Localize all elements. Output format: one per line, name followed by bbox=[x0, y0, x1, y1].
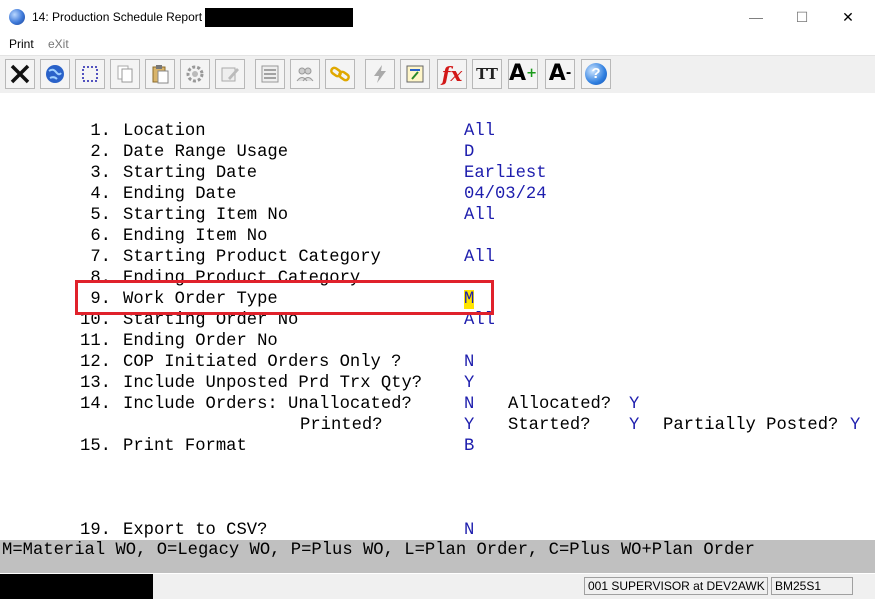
field-export-csv-value[interactable]: N bbox=[464, 520, 474, 541]
field-printed-label: Printed? bbox=[300, 416, 383, 435]
field-location-label: Location bbox=[123, 122, 206, 141]
status-program: BM25S1 bbox=[771, 577, 853, 595]
field-allocated-value[interactable]: Y bbox=[629, 394, 639, 415]
field-starting-date-label: Starting Date bbox=[123, 164, 258, 183]
field-15-number: 15. bbox=[80, 437, 111, 456]
field-starting-item-label: Starting Item No bbox=[123, 206, 289, 225]
work-order-type-hint: M=Material WO, O=Legacy WO, P=Plus WO, L… bbox=[2, 541, 755, 560]
field-date-range-usage-value[interactable]: D bbox=[464, 142, 474, 163]
help-icon: ? bbox=[585, 63, 607, 85]
field-include-unallocated-value[interactable]: N bbox=[464, 394, 474, 415]
field-location-value[interactable]: All bbox=[464, 121, 495, 142]
close-window-button[interactable]: ✕ bbox=[834, 6, 862, 28]
menu-print[interactable]: Print bbox=[9, 37, 34, 51]
field-12-number: 12. bbox=[80, 353, 111, 372]
work-order-type-highlight-box bbox=[75, 280, 494, 315]
maximize-button[interactable]: ☐ bbox=[788, 6, 816, 28]
lightning-icon bbox=[374, 65, 386, 83]
close-x-button[interactable] bbox=[5, 59, 35, 89]
field-unposted-qty-label: Include Unposted Prd Trx Qty? bbox=[123, 374, 423, 393]
field-date-range-usage-label: Date Range Usage bbox=[123, 143, 289, 162]
copy-icon bbox=[117, 65, 133, 83]
help-button[interactable]: ? bbox=[581, 59, 611, 89]
field-export-csv-label: Export to CSV? bbox=[123, 521, 268, 540]
field-7-number: 7. bbox=[80, 248, 111, 267]
field-allocated-label: Allocated? bbox=[508, 395, 612, 414]
minimize-button[interactable]: — bbox=[742, 6, 770, 28]
field-print-format-value[interactable]: B bbox=[464, 436, 474, 457]
globe-button[interactable] bbox=[40, 59, 70, 89]
toolbar: fx TT A+ A- ? bbox=[0, 55, 875, 94]
field-6-number: 6. bbox=[80, 227, 111, 246]
field-3-number: 3. bbox=[80, 164, 111, 183]
field-printed-value[interactable]: Y bbox=[464, 415, 474, 436]
users-icon bbox=[296, 67, 314, 82]
copy-button[interactable] bbox=[110, 59, 140, 89]
select-rect-icon bbox=[82, 66, 98, 82]
field-ending-item-label: Ending Item No bbox=[123, 227, 268, 246]
settings-button[interactable] bbox=[180, 59, 210, 89]
app-globe-icon bbox=[9, 9, 25, 25]
lightning-button[interactable] bbox=[365, 59, 395, 89]
field-starting-product-category-label: Starting Product Category bbox=[123, 248, 381, 267]
menu-bar: Print eXit bbox=[0, 34, 875, 54]
field-include-unallocated-label: Include Orders: Unallocated? bbox=[123, 395, 412, 414]
field-5-number: 5. bbox=[80, 206, 111, 225]
globe-icon bbox=[46, 65, 64, 83]
field-cop-initiated-value[interactable]: N bbox=[464, 352, 474, 373]
menu-exit[interactable]: eXit bbox=[48, 37, 69, 51]
field-11-number: 11. bbox=[80, 332, 111, 351]
field-unposted-qty-value[interactable]: Y bbox=[464, 373, 474, 394]
link-chain-icon bbox=[330, 66, 350, 82]
field-starting-product-category-value[interactable]: All bbox=[464, 247, 495, 268]
field-starting-item-value[interactable]: All bbox=[464, 205, 495, 226]
field-ending-date-value[interactable]: 04/03/24 bbox=[464, 184, 547, 205]
font-decrease-icon: A- bbox=[548, 61, 572, 86]
field-14-number: 14. bbox=[80, 395, 111, 414]
field-2-number: 2. bbox=[80, 143, 111, 162]
field-4-number: 4. bbox=[80, 185, 111, 204]
font-type-button[interactable]: TT bbox=[472, 59, 502, 89]
edit-form-button[interactable] bbox=[215, 59, 245, 89]
report-options-screen: 1. Location All 2. Date Range Usage D 3.… bbox=[0, 93, 875, 540]
redacted-title-block bbox=[205, 8, 353, 27]
field-print-format-label: Print Format bbox=[123, 437, 247, 456]
status-user: 001 SUPERVISOR at DEV2AWK bbox=[584, 577, 768, 595]
list-view-button[interactable] bbox=[255, 59, 285, 89]
title-bar: 14: Production Schedule Report - — ☐ ✕ bbox=[0, 0, 875, 34]
field-1-number: 1. bbox=[80, 122, 111, 141]
users-button[interactable] bbox=[290, 59, 320, 89]
field-starting-date-value[interactable]: Earliest bbox=[464, 163, 547, 184]
calculator-icon bbox=[406, 65, 424, 83]
field-19-number: 19. bbox=[80, 521, 111, 540]
field-13-number: 13. bbox=[80, 374, 111, 393]
link-button[interactable] bbox=[325, 59, 355, 89]
edit-form-icon bbox=[221, 67, 239, 82]
hint-bar: M=Material WO, O=Legacy WO, P=Plus WO, L… bbox=[0, 540, 875, 573]
close-x-icon bbox=[10, 64, 30, 84]
paste-icon bbox=[152, 65, 169, 84]
settings-gear-icon bbox=[186, 65, 204, 83]
redacted-status-block bbox=[0, 574, 153, 599]
window-title: 14: Production Schedule Report - bbox=[32, 10, 210, 24]
field-ending-order-label: Ending Order No bbox=[123, 332, 278, 351]
field-started-value[interactable]: Y bbox=[629, 415, 639, 436]
status-bar: 001 SUPERVISOR at DEV2AWK BM25S1 bbox=[0, 574, 875, 599]
fx-function-button[interactable]: fx bbox=[437, 59, 467, 89]
field-partially-posted-value[interactable]: Y bbox=[850, 415, 860, 436]
calculator-button[interactable] bbox=[400, 59, 430, 89]
field-started-label: Started? bbox=[508, 416, 591, 435]
field-cop-initiated-label: COP Initiated Orders Only ? bbox=[123, 353, 402, 372]
select-rect-button[interactable] bbox=[75, 59, 105, 89]
field-partially-posted-label: Partially Posted? bbox=[663, 416, 839, 435]
font-increase-icon: A+ bbox=[509, 61, 537, 86]
font-decrease-button[interactable]: A- bbox=[545, 59, 575, 89]
paste-button[interactable] bbox=[145, 59, 175, 89]
list-view-icon bbox=[261, 65, 279, 83]
field-ending-date-label: Ending Date bbox=[123, 185, 237, 204]
font-increase-button[interactable]: A+ bbox=[508, 59, 538, 89]
